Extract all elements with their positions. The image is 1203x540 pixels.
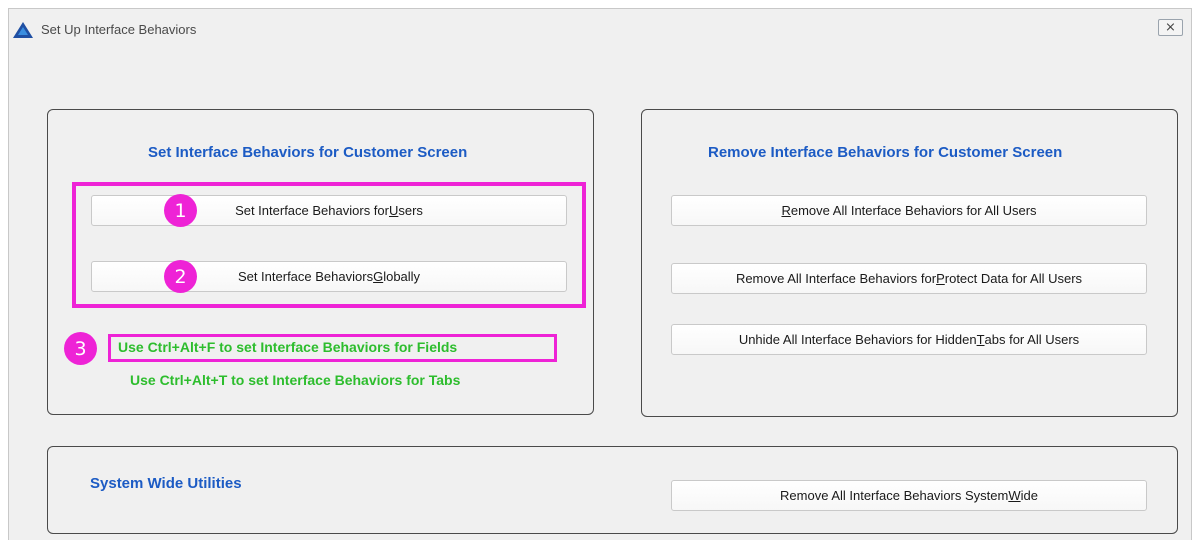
dialog-window: Set Up Interface Behaviors ⨯ Set Interfa… xyxy=(8,8,1192,540)
fields-shortcut-hint: Use Ctrl+Alt+F to set Interface Behavior… xyxy=(118,339,458,355)
set-behaviors-users-button[interactable]: Set Interface Behaviors for Users xyxy=(91,195,567,226)
tabs-shortcut-hint: Use Ctrl+Alt+T to set Interface Behavior… xyxy=(130,372,461,388)
button-label-part: abs for All Users xyxy=(984,332,1080,347)
annotation-badge-2: 2 xyxy=(164,260,197,293)
title-bar: Set Up Interface Behaviors ⨯ xyxy=(9,9,1191,47)
annotation-badge-3: 3 xyxy=(64,332,97,365)
close-icon: ⨯ xyxy=(1165,20,1176,35)
button-access-key: T xyxy=(976,332,985,347)
button-label-part: lobally xyxy=(383,269,421,284)
set-behaviors-group: Set Interface Behaviors for Customer Scr… xyxy=(47,109,594,415)
app-logo-icon xyxy=(13,22,33,38)
button-access-key: G xyxy=(373,269,384,284)
button-label-part: emove All Interface Behaviors for All Us… xyxy=(790,203,1037,218)
button-access-key: P xyxy=(936,271,945,286)
set-behaviors-globally-button[interactable]: Set Interface Behaviors Globally xyxy=(91,261,567,292)
annotation-badge-1: 1 xyxy=(164,194,197,227)
button-label-part: Remove All Interface Behaviors for xyxy=(735,271,937,286)
remove-all-behaviors-all-users-button[interactable]: Remove All Interface Behaviors for All U… xyxy=(671,195,1147,226)
window-title: Set Up Interface Behaviors xyxy=(41,22,197,37)
button-label-part: Remove All Interface Behaviors System xyxy=(780,488,1009,503)
remove-all-behaviors-system-wide-button[interactable]: Remove All Interface Behaviors System Wi… xyxy=(671,480,1147,511)
button-label-part: sers xyxy=(398,203,423,218)
button-label-part: rotect Data for All Users xyxy=(944,271,1083,286)
button-label-part: Unhide All Interface Behaviors for Hidde… xyxy=(738,332,977,347)
remove-protect-data-behaviors-button[interactable]: Remove All Interface Behaviors for Prote… xyxy=(671,263,1147,294)
unhide-hidden-tabs-button[interactable]: Unhide All Interface Behaviors for Hidde… xyxy=(671,324,1147,355)
system-wide-utilities-group: System Wide Utilities Remove All Interfa… xyxy=(47,446,1178,534)
button-access-key: R xyxy=(781,203,791,218)
close-button[interactable]: ⨯ xyxy=(1158,19,1183,36)
system-wide-utilities-title: System Wide Utilities xyxy=(90,475,242,492)
set-behaviors-title: Set Interface Behaviors for Customer Scr… xyxy=(148,144,468,161)
button-label-part: Set Interface Behaviors xyxy=(237,269,374,284)
button-label-part: Set Interface Behaviors for xyxy=(235,203,389,218)
button-access-key: W xyxy=(1008,488,1021,503)
remove-behaviors-group: Remove Interface Behaviors for Customer … xyxy=(641,109,1178,417)
remove-behaviors-title: Remove Interface Behaviors for Customer … xyxy=(708,144,1063,161)
button-access-key: U xyxy=(388,203,399,218)
button-label-part: ide xyxy=(1020,488,1038,503)
